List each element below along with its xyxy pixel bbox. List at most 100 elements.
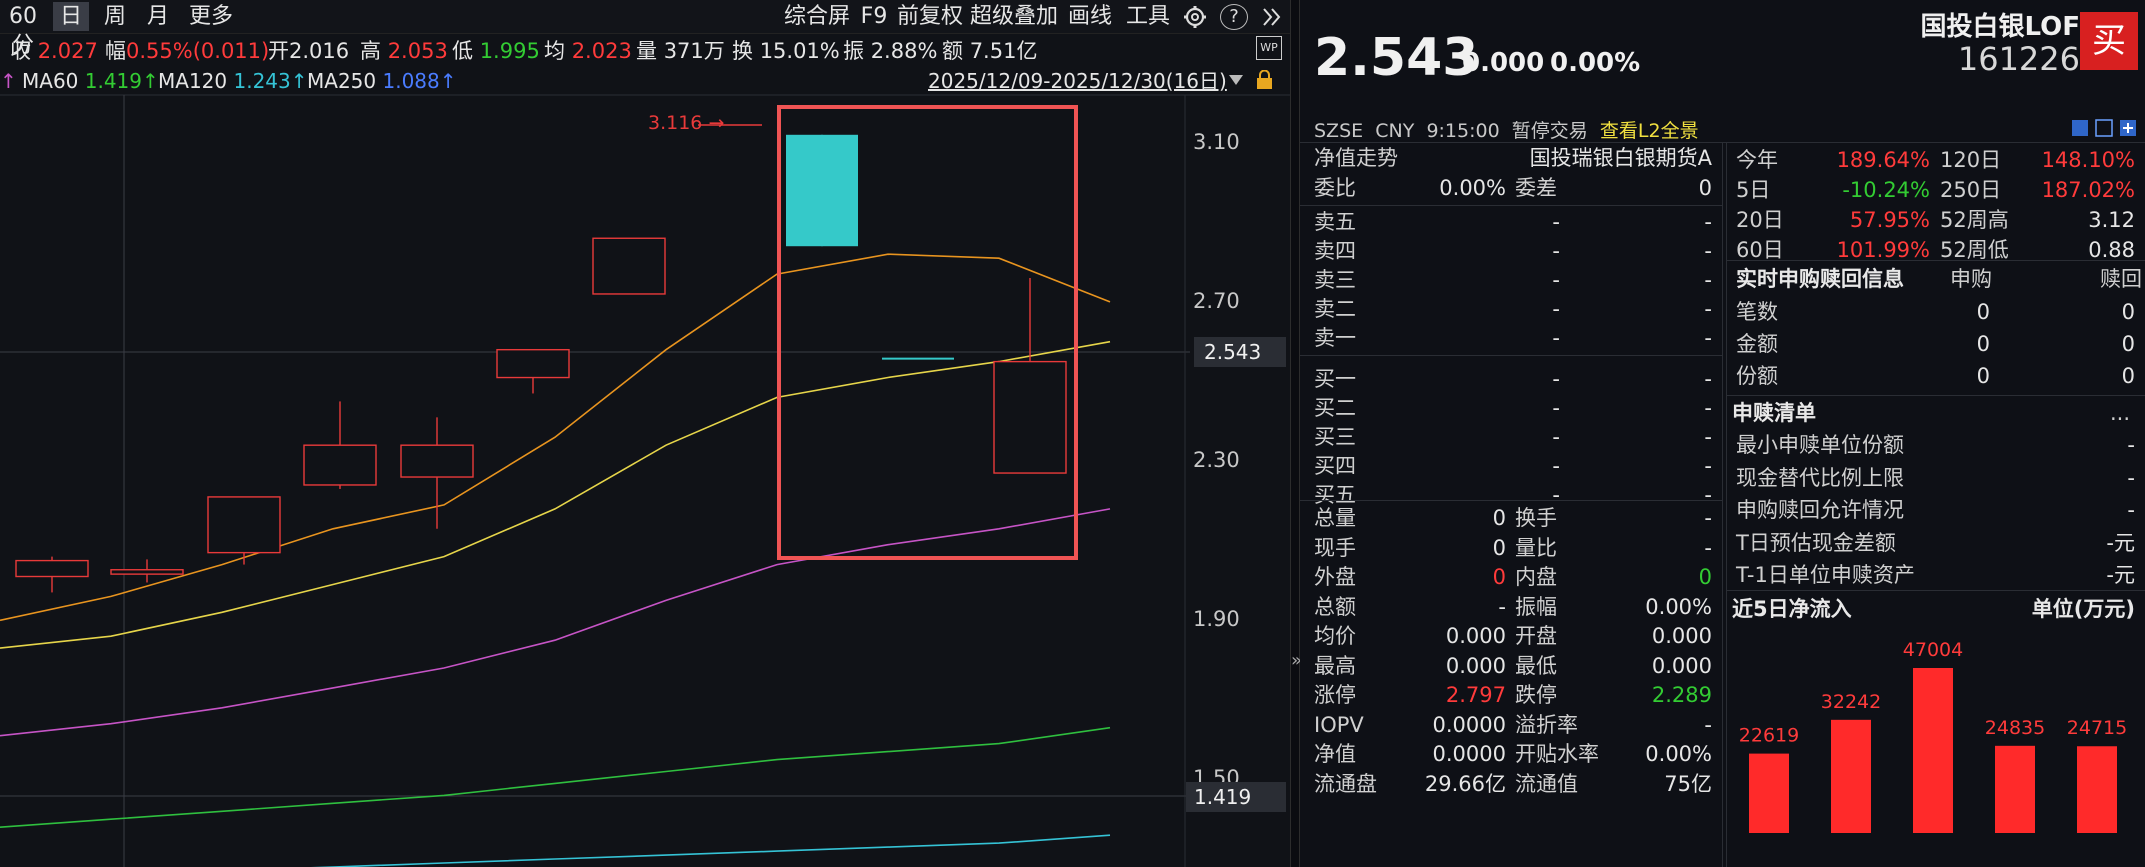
stat-value: 0.000: [1651, 624, 1712, 648]
book-level-price: -: [1552, 454, 1560, 478]
stat-value: 0.0000: [1432, 742, 1506, 766]
perf-value: 3.12: [2088, 208, 2135, 232]
stat-value: 0.00%: [1645, 742, 1712, 766]
stat-value: 0.000: [1445, 624, 1506, 648]
book-level-volume: -: [1704, 210, 1712, 234]
kline-chart: [0, 94, 1290, 867]
book-level-label: 买一: [1314, 367, 1356, 391]
weibi-label: 委比: [1314, 176, 1356, 200]
y-tick-label: 2.70: [1193, 288, 1240, 313]
sub-row-purchase: 0: [1976, 332, 1990, 356]
divider: [1727, 395, 2145, 396]
l2-link[interactable]: 查看L2全景: [1600, 120, 1699, 142]
perf-value: 57.95%: [1849, 208, 1930, 232]
book-level-label: 卖四: [1314, 239, 1356, 263]
stat-label: 均价: [1314, 624, 1356, 648]
stat-label: 最低: [1515, 653, 1557, 678]
book-level-price: -: [1552, 297, 1560, 321]
stat-value: -: [1704, 712, 1712, 737]
nav-trend-label[interactable]: 净值走势: [1314, 143, 1398, 173]
book-level-volume: -: [1704, 425, 1712, 449]
sub-row-label: 份额: [1736, 364, 1778, 388]
flow-unit: 单位(万元): [2031, 597, 2135, 621]
stat-label: 净值: [1314, 742, 1356, 766]
book-level-volume: -: [1704, 297, 1712, 321]
current-price-tag: 2.543: [1194, 337, 1286, 367]
candle: [786, 134, 858, 247]
security-code: 161226: [1957, 40, 2080, 78]
stat-label: 振幅: [1515, 594, 1557, 619]
stat-value: 0.000: [1651, 653, 1712, 678]
candle: [207, 496, 281, 565]
divider: [1300, 355, 1722, 356]
sub-row-redeem: 0: [2121, 332, 2135, 356]
sub-row-redeem: 0: [2121, 300, 2135, 324]
divider: [1300, 205, 1722, 206]
net-inflow-chart: 22619 32242 47004 24835 24715: [1739, 639, 2127, 833]
perf-value: 189.64%: [1836, 148, 1930, 172]
stat-label: 外盘: [1314, 565, 1356, 589]
book-level-label: 卖三: [1314, 268, 1356, 292]
panel-splitter[interactable]: »: [1290, 0, 1302, 867]
ma-line: [0, 726, 1111, 828]
perf-label: 250日: [1940, 178, 2002, 202]
panel-icons[interactable]: [2070, 118, 2140, 138]
book-level-price: -: [1552, 396, 1560, 420]
y-tick-label: 2.30: [1193, 448, 1240, 473]
book-level-label: 买二: [1314, 396, 1356, 420]
ma-line: [0, 508, 1111, 737]
book-level-price: -: [1552, 210, 1560, 234]
list-row-label: T-1日单位申赎资产: [1736, 563, 1915, 587]
flow-bar: [2077, 746, 2117, 833]
book-level-label: 买四: [1314, 454, 1356, 478]
book-level-volume: -: [1704, 454, 1712, 478]
stat-label: 溢折率: [1515, 712, 1578, 737]
book-level-price: -: [1552, 367, 1560, 391]
list-more-icon[interactable]: ...: [2110, 398, 2130, 428]
divider: [1722, 142, 1723, 867]
flow-bar: [1913, 668, 1953, 833]
stat-label: 现手: [1314, 535, 1356, 560]
stat-value: 0.00%: [1645, 594, 1712, 619]
stat-label: 开贴水率: [1515, 742, 1599, 766]
stat-label: 跌停: [1515, 683, 1557, 707]
book-level-price: -: [1552, 326, 1560, 350]
divider: [1727, 590, 2145, 591]
stat-value: -: [1498, 594, 1506, 619]
perf-value: 187.02%: [2041, 178, 2135, 202]
stat-label: 最高: [1314, 653, 1356, 678]
flow-title: 近5日净流入: [1732, 597, 1852, 621]
fund-name: 国投瑞银白银期货A: [1529, 146, 1712, 170]
flow-bar: [1749, 753, 1789, 833]
book-level-price: -: [1552, 425, 1560, 449]
list-row-label: 申购赎回允许情况: [1736, 498, 1904, 522]
list-row-label: T日预估现金差额: [1736, 530, 1896, 555]
stat-value: 0: [1492, 565, 1506, 589]
ma-line: [0, 253, 1111, 622]
list-row-value: -元: [2106, 563, 2135, 587]
candle: [592, 237, 666, 295]
market-info: SZSE CNY 9:15:00 暂停交易 查看L2全景: [1314, 120, 1699, 142]
candle: [303, 401, 377, 489]
list-row-label: 现金替代比例上限: [1736, 465, 1904, 490]
stat-value: 2.797: [1445, 683, 1506, 707]
sub-row-label: 金额: [1736, 332, 1778, 356]
flow-bar-label: 24835: [1985, 717, 2045, 739]
list-title: 申赎清单: [1732, 401, 1816, 425]
stat-label: 总额: [1314, 594, 1356, 619]
perf-label: 52周高: [1940, 208, 2009, 232]
sub-row-label: 笔数: [1736, 300, 1778, 324]
stat-label: 内盘: [1515, 565, 1557, 589]
sub-row-purchase: 0: [1976, 364, 1990, 388]
stat-label: 量比: [1515, 535, 1557, 560]
flow-bar-label: 47004: [1903, 639, 1963, 661]
book-level-volume: -: [1704, 326, 1712, 350]
stat-value: 2.289: [1651, 683, 1712, 707]
security-name: 国投白银LOF: [1920, 12, 2080, 42]
buy-button[interactable]: 买: [2080, 12, 2138, 70]
y-tick-label: 1.90: [1193, 607, 1240, 632]
ma-line: [310, 834, 1111, 867]
book-level-label: 卖五: [1314, 210, 1356, 234]
candle: [993, 278, 1067, 474]
flow-bar-label: 24715: [2067, 717, 2127, 739]
